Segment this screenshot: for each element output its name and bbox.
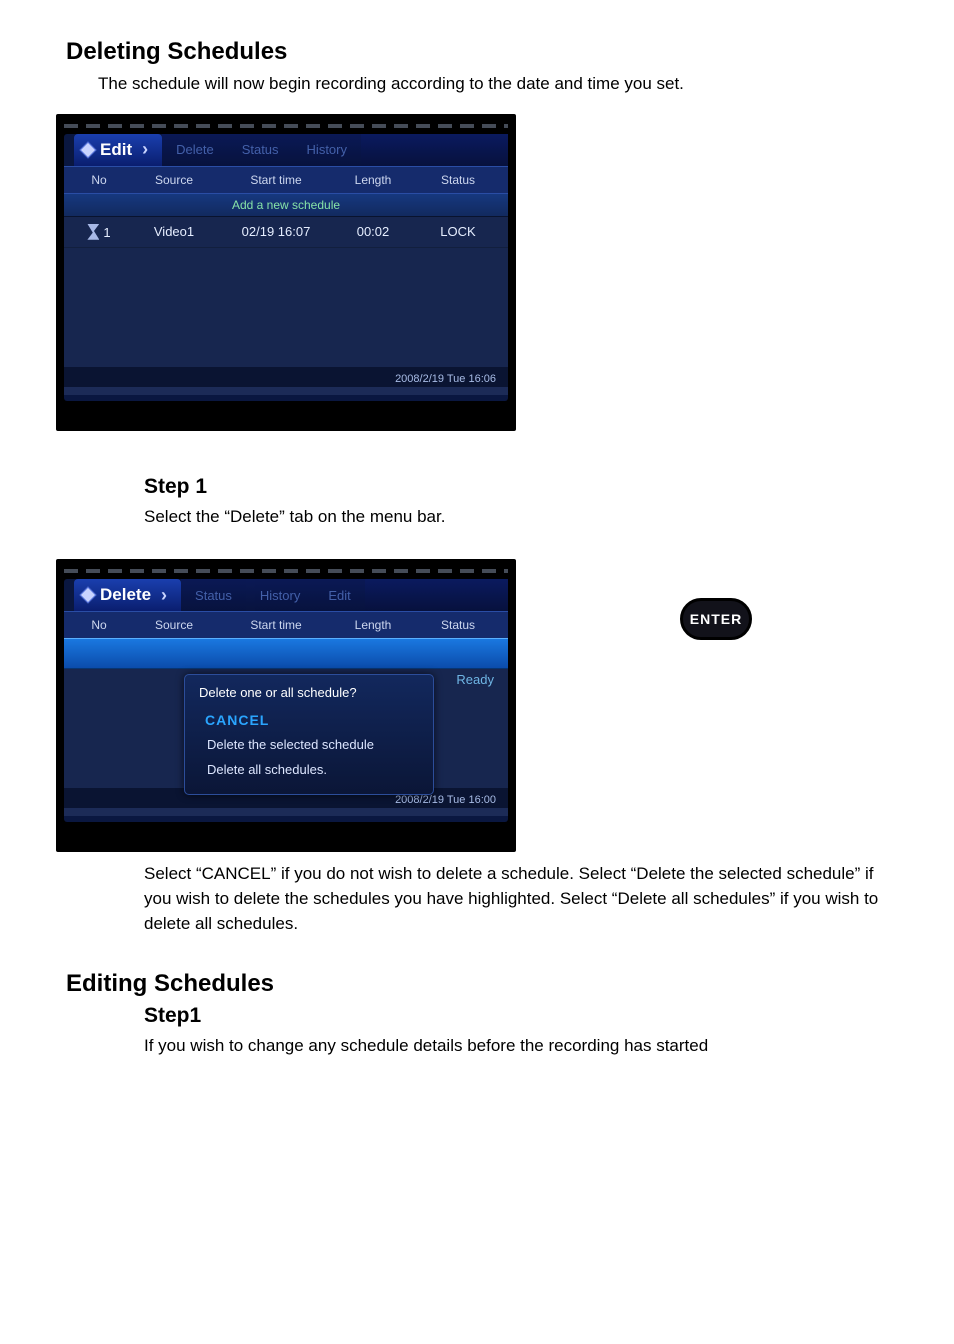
tab-bar-2: Delete › Status History Edit (64, 579, 508, 611)
device-screenshot-edit: Edit › Delete Status History No Source S… (56, 114, 516, 431)
table-header-2: No Source Start time Length Status (64, 612, 508, 638)
col-no: No (74, 618, 124, 632)
tab-edit[interactable]: Edit › (74, 134, 162, 166)
table-row[interactable] (64, 638, 508, 669)
doc-subtitle: The schedule will now begin recording ac… (98, 72, 898, 96)
col-length: Length (328, 173, 418, 187)
tab-chevron-icon: › (142, 139, 148, 160)
schedule-table: No Source Start time Length Status Add a… (64, 166, 508, 395)
table-header: No Source Start time Length Status (64, 167, 508, 193)
tab-active-icon (80, 141, 97, 158)
col-source: Source (124, 618, 224, 632)
tab-history[interactable]: History (293, 134, 361, 166)
dialog-delete-all[interactable]: Delete all schedules. (199, 757, 421, 782)
table-row[interactable]: 1 Video1 02/19 16:07 00:02 LOCK (64, 217, 508, 248)
col-status: Status (418, 173, 498, 187)
col-source: Source (124, 173, 224, 187)
enter-button-graphic: ENTER (680, 598, 752, 640)
doc-title: Deleting Schedules (66, 38, 898, 66)
col-no: No (74, 173, 124, 187)
tab-bar: Edit › Delete Status History (64, 134, 508, 166)
col-start: Start time (224, 618, 328, 632)
tab-delete-label: Delete (100, 585, 151, 605)
device-screenshot-delete: Delete › Status History Edit No Source S… (56, 559, 516, 852)
tab-active-icon (80, 587, 97, 604)
cell-no: 1 (74, 224, 124, 240)
step2-body: Select “CANCEL” if you do not wish to de… (144, 862, 898, 936)
tab-delete-active[interactable]: Delete › (74, 579, 181, 611)
dialog-cancel[interactable]: CANCEL (199, 708, 421, 732)
dialog-delete-selected[interactable]: Delete the selected schedule (199, 732, 421, 757)
hourglass-icon (87, 224, 99, 240)
status-ready: Ready (456, 672, 494, 687)
schedule-table-2: No Source Start time Length Status 2008/… (64, 611, 508, 816)
cell-source: Video1 (124, 224, 224, 240)
editing-heading: Editing Schedules (66, 970, 898, 998)
cell-length: 00:02 (328, 224, 418, 240)
clock-readout: 2008/2/19 Tue 16:06 (64, 367, 508, 387)
tab-status-2[interactable]: Status (181, 579, 246, 611)
step1-desc: Select the “Delete” tab on the menu bar. (144, 505, 898, 530)
cell-start: 02/19 16:07 (224, 224, 328, 240)
tab-delete[interactable]: Delete (162, 134, 228, 166)
editing-step1: Step1 (144, 1004, 898, 1028)
tab-edit-label: Edit (100, 140, 132, 160)
tab-edit-2[interactable]: Edit (314, 579, 364, 611)
dialog-title: Delete one or all schedule? (199, 685, 421, 700)
tab-history-2[interactable]: History (246, 579, 314, 611)
col-length: Length (328, 618, 418, 632)
tab-status[interactable]: Status (228, 134, 293, 166)
step1-title: Step 1 (144, 475, 898, 499)
cell-status: LOCK (418, 224, 498, 240)
delete-dialog: Delete one or all schedule? CANCEL Delet… (184, 674, 434, 795)
editing-step1-desc: If you wish to change any schedule detai… (144, 1034, 898, 1059)
col-start: Start time (224, 173, 328, 187)
col-status: Status (418, 618, 498, 632)
add-schedule[interactable]: Add a new schedule (64, 193, 508, 217)
tab-chevron-icon: › (161, 585, 167, 606)
